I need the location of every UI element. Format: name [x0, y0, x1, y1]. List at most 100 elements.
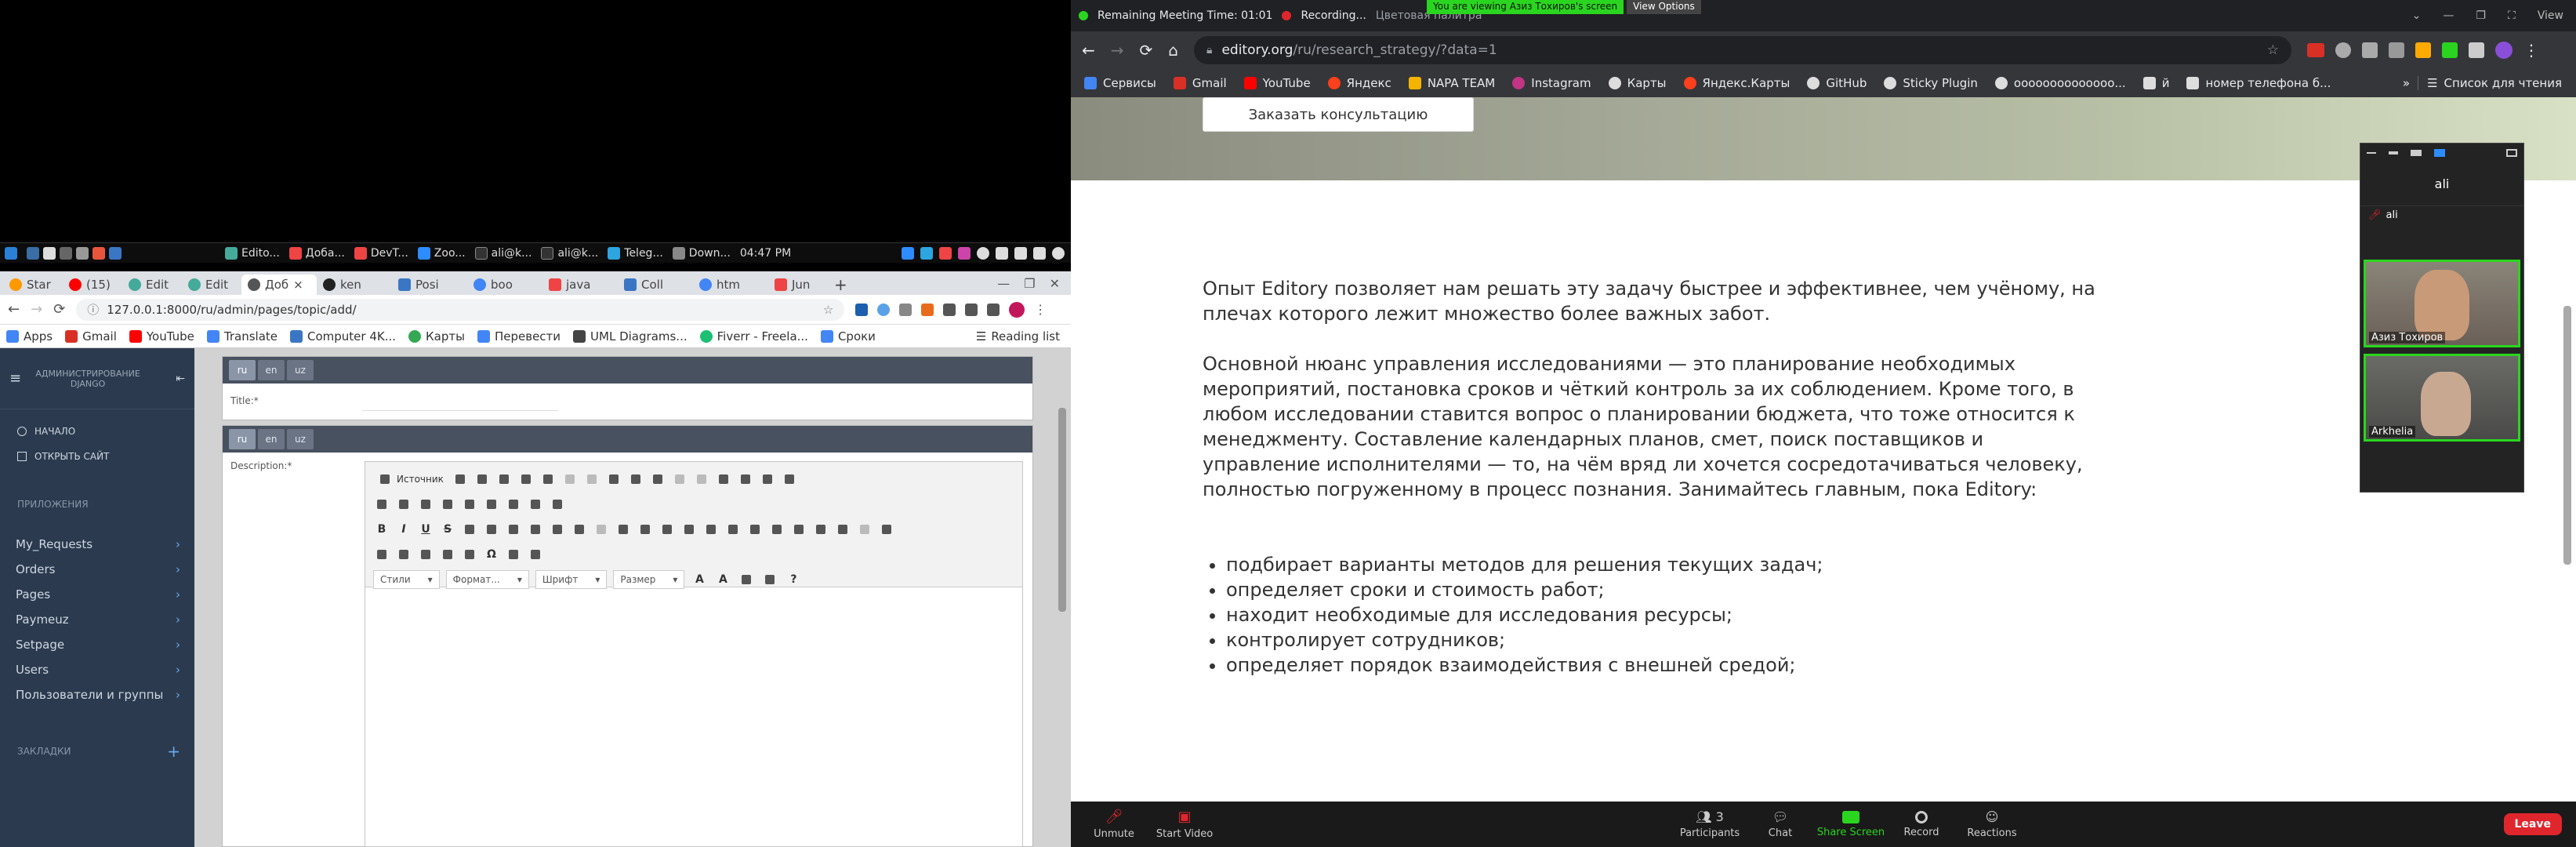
justify-icon[interactable] — [746, 521, 764, 538]
bookmark-yandex-maps[interactable]: Яндекс.Карты — [1675, 76, 1799, 90]
window-close-icon[interactable]: ✕ — [1050, 276, 1060, 291]
bookmark-yandex[interactable]: Яндекс — [1319, 76, 1400, 90]
minimize-icon[interactable] — [2367, 152, 2376, 154]
view-button[interactable]: View — [2538, 9, 2563, 22]
iframe-icon[interactable] — [527, 546, 544, 563]
paste-text-icon[interactable] — [627, 471, 644, 488]
bookmark-y[interactable]: й — [2135, 76, 2179, 90]
size-dropdown[interactable]: Размер ▾ — [613, 570, 685, 589]
editor-content[interactable] — [365, 587, 1022, 846]
numbered-list-icon[interactable] — [549, 521, 566, 538]
tab-7[interactable]: boo — [467, 274, 542, 295]
undo-icon[interactable] — [671, 471, 688, 488]
font-dropdown[interactable]: Шрифт ▾ — [535, 570, 608, 589]
templates-icon[interactable] — [539, 471, 557, 488]
info-icon[interactable]: ⓘ — [87, 301, 99, 318]
puzzle-icon[interactable] — [965, 303, 978, 316]
more-bookmarks-icon[interactable]: » — [2395, 76, 2418, 90]
italic-icon[interactable]: I — [395, 521, 412, 538]
settings-icon[interactable] — [1033, 246, 1046, 260]
star-icon[interactable]: ☆ — [823, 303, 833, 317]
left-window-controls[interactable]: — ❐ ✕ — [997, 276, 1071, 291]
bookmark-apps[interactable]: Apps — [0, 329, 59, 344]
nav-open-site[interactable]: ОТКРЫТЬ САЙТ — [0, 444, 194, 469]
button-icon[interactable] — [505, 496, 522, 513]
media-icon[interactable] — [987, 303, 1000, 316]
start-button[interactable] — [0, 244, 22, 263]
lang-tab-uz[interactable]: uz — [287, 429, 314, 449]
tab-6[interactable]: Posi — [392, 274, 467, 295]
spellcheck-icon[interactable] — [781, 471, 798, 488]
chrome-tray-icon[interactable] — [939, 246, 952, 260]
source-button[interactable]: Источник — [373, 471, 447, 488]
indent-icon[interactable] — [615, 521, 632, 538]
bookmark-translate-ru[interactable]: Перевести — [471, 329, 567, 344]
div-icon[interactable] — [659, 521, 676, 538]
special-char-icon[interactable]: Ω — [483, 546, 500, 563]
bookmark-instagram[interactable]: Instagram — [1504, 76, 1599, 90]
bookmark-sroki[interactable]: Сроки — [815, 329, 882, 344]
extension-icon[interactable] — [921, 303, 934, 316]
form-icon[interactable] — [373, 496, 390, 513]
strike-icon[interactable]: S — [439, 521, 456, 538]
power-icon[interactable] — [1052, 246, 1065, 260]
task-telegram[interactable]: Teleg... — [603, 244, 668, 263]
bookmark-youtube[interactable]: YouTube — [123, 329, 201, 344]
styles-dropdown[interactable]: Стили ▾ — [373, 570, 440, 589]
bell-icon[interactable] — [977, 246, 989, 260]
participant-video-2[interactable]: Arkhelia — [2364, 354, 2520, 442]
right-reading-list[interactable]: ☰ Список для чтения — [2418, 76, 2576, 90]
menu-item[interactable]: My_Requests › — [0, 532, 194, 557]
hamburger-icon[interactable]: ≡ — [9, 370, 21, 387]
bookmark-ooo[interactable]: оооооооооооооо... — [1986, 76, 2135, 90]
extension-icon[interactable] — [943, 303, 956, 316]
paste-icon[interactable] — [605, 471, 622, 488]
superscript-icon[interactable] — [483, 521, 500, 538]
show-blocks-icon[interactable] — [761, 571, 778, 588]
tab-1[interactable]: (15) — [63, 274, 122, 295]
task-terminal-2[interactable]: ali@k... — [536, 244, 603, 263]
home-icon[interactable]: ⌂ — [1168, 41, 1178, 60]
menu-item[interactable]: Setpage › — [0, 632, 194, 657]
menu-item[interactable]: Пользователи и группы › — [0, 682, 194, 707]
gallery-view-icon[interactable] — [2434, 149, 2445, 157]
unmute-button[interactable]: 🎤︎ Unmute — [1079, 802, 1149, 847]
telegram-tray-icon[interactable] — [920, 246, 933, 260]
bookmark-services[interactable]: Сервисы — [1076, 76, 1165, 90]
smiley-icon[interactable] — [461, 546, 478, 563]
bookmark-gmail[interactable]: Gmail — [1165, 76, 1235, 90]
bookmark-gmail[interactable]: Gmail — [59, 329, 123, 344]
preview-icon[interactable] — [495, 471, 513, 488]
image-button-icon[interactable] — [527, 496, 544, 513]
new-page-icon[interactable] — [473, 471, 491, 488]
bookmark-translate[interactable]: Translate — [201, 329, 284, 344]
strip-view-icon[interactable] — [2389, 151, 2398, 154]
ltr-icon[interactable] — [768, 521, 785, 538]
kebab-menu-icon[interactable]: ⋮ — [2523, 41, 2539, 60]
link-icon[interactable] — [834, 521, 851, 538]
bookmark-uml[interactable]: UML Diagrams... — [567, 329, 694, 344]
extension-icon[interactable] — [2362, 42, 2378, 58]
menu-item[interactable]: Paymeuz › — [0, 607, 194, 632]
tab-8[interactable]: java — [542, 274, 618, 295]
tab-9[interactable]: Coll — [618, 274, 693, 295]
left-url-field[interactable]: ⓘ 127.0.0.1:8000/ru/admin/pages/topic/ad… — [76, 298, 845, 321]
chevron-down-icon[interactable]: ⌄ — [2412, 9, 2422, 22]
share-screen-button[interactable]: Share Screen — [1816, 802, 1886, 847]
image-icon[interactable] — [373, 546, 390, 563]
tab-0[interactable]: Star — [3, 274, 63, 295]
forward-icon[interactable]: → — [1111, 41, 1124, 60]
hidden-field-icon[interactable] — [549, 496, 566, 513]
view-options-button[interactable]: View Options — [1627, 0, 1701, 14]
zoom-tray-icon[interactable] — [902, 246, 914, 260]
extension-icon[interactable] — [899, 303, 912, 316]
start-video-button[interactable]: ▣ Start Video — [1149, 802, 1220, 847]
copy-format-icon[interactable] — [505, 521, 522, 538]
extension-icon[interactable] — [2335, 42, 2351, 58]
language-icon[interactable] — [812, 521, 829, 538]
system-tray[interactable] — [902, 246, 1071, 260]
checkbox-icon[interactable] — [395, 496, 412, 513]
participant-video-1[interactable]: Азиз Тохиров — [2364, 260, 2520, 347]
align-center-icon[interactable] — [702, 521, 720, 538]
chat-button[interactable]: 💬︎ Chat — [1745, 802, 1816, 847]
